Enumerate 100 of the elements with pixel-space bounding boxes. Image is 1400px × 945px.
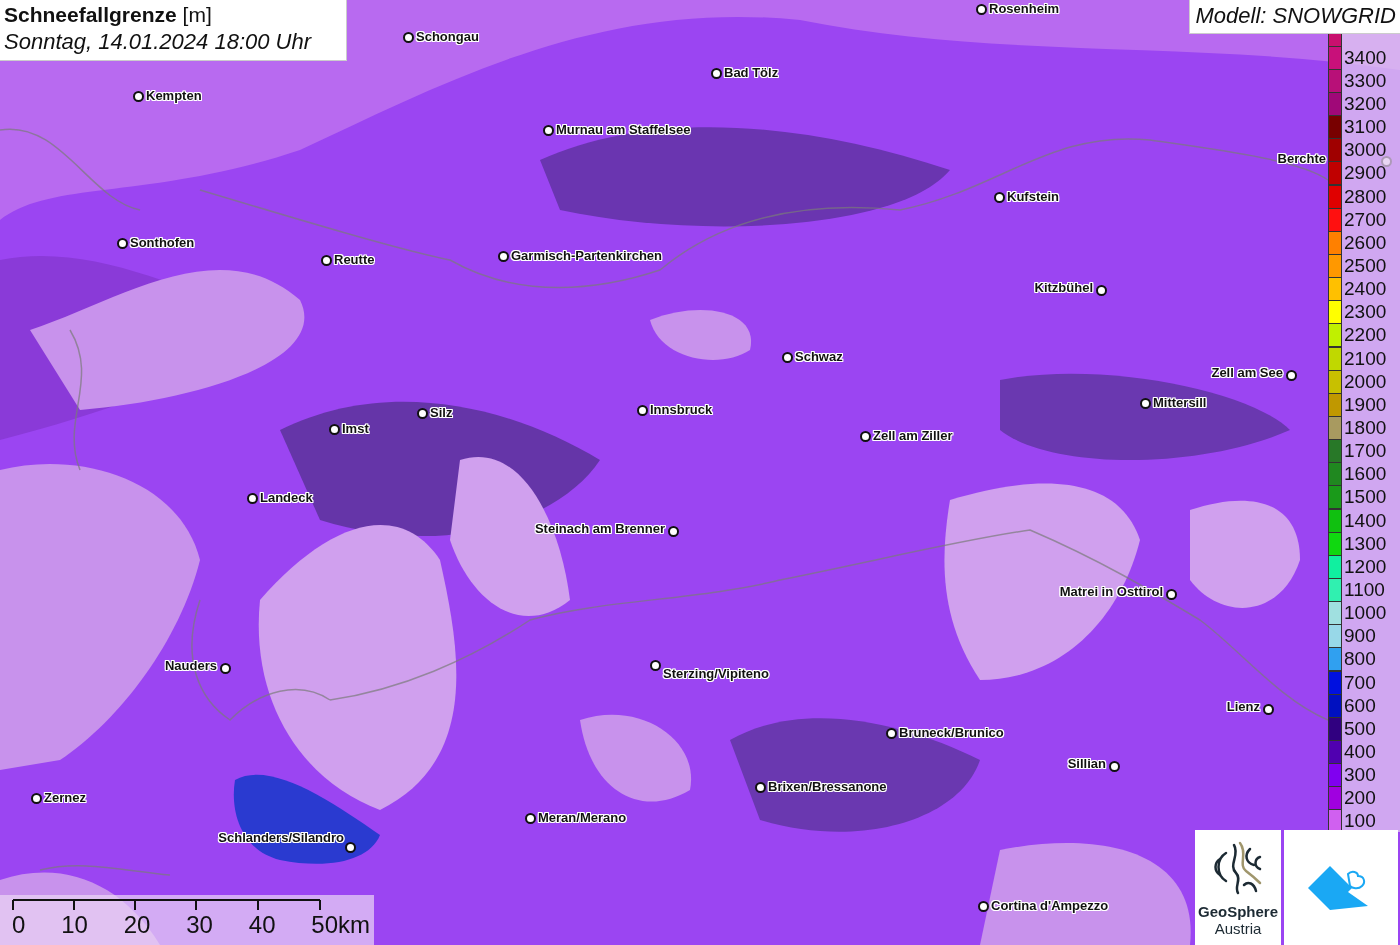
legend-label: 3400: [1344, 47, 1387, 68]
city-label: Imst: [342, 421, 369, 437]
city-marker-icon: [978, 901, 989, 912]
city-marker-icon: [976, 4, 987, 15]
city-label: Murnau am Staffelsee: [556, 122, 691, 138]
model-label: Modell: SNOWGRID: [1188, 0, 1400, 34]
city-marker-icon: [637, 405, 648, 416]
forecast-date: Sonntag, 14.01.2024 18:00 Uhr: [4, 28, 313, 56]
city-label: Nauders: [164, 658, 217, 674]
legend-label: 800: [1344, 649, 1376, 670]
city-label: Berchte: [1277, 151, 1326, 167]
city-label: Schongau: [416, 29, 479, 45]
city-label: Schwaz: [795, 349, 843, 365]
legend-label: 700: [1344, 672, 1376, 693]
city-label: Sterzing/Vipiteno: [663, 666, 769, 682]
city-marker-icon: [543, 125, 554, 136]
legend-label: 100: [1344, 811, 1376, 832]
city-label: Kitzbühel: [1034, 280, 1093, 296]
map-title: Schneefallgrenze [m]: [4, 2, 213, 28]
city-marker-icon: [329, 424, 340, 435]
city-marker-icon: [1109, 761, 1120, 772]
city-label: Matrei in Osttirol: [1059, 584, 1163, 600]
city-marker-icon: [1096, 285, 1107, 296]
city-marker-icon: [668, 526, 679, 537]
city-marker-icon: [133, 91, 144, 102]
city-label: Kempten: [146, 88, 202, 104]
legend-label: 1100: [1344, 579, 1385, 600]
scale-label: 0: [12, 911, 26, 939]
city-marker-icon: [117, 238, 128, 249]
scale-label: 40: [248, 911, 276, 939]
scale-label: 30: [186, 911, 213, 939]
legend-label: 2300: [1344, 302, 1387, 323]
city-marker-icon: [755, 782, 766, 793]
city-label: Brixen/Bressanone: [768, 779, 887, 795]
city-label: Innsbruck: [650, 402, 713, 418]
city-label: Reutte: [334, 252, 375, 268]
legend-label: 3200: [1344, 94, 1387, 114]
legend-label: 2700: [1344, 209, 1387, 230]
city-marker-icon: [1286, 370, 1297, 381]
legend-label: 900: [1344, 626, 1376, 647]
city-label: Zernez: [44, 790, 86, 806]
city-marker-icon: [886, 728, 897, 739]
logo-wordmark: GeoSphere: [1198, 902, 1278, 920]
city-marker-icon: [782, 352, 793, 363]
city-label: Bad Tölz: [724, 65, 779, 81]
legend-label: 1200: [1344, 556, 1387, 577]
city-marker-icon: [994, 192, 1005, 203]
legend-label: 3100: [1344, 117, 1387, 138]
city-label: Zell am Ziller: [873, 428, 953, 444]
city-marker-icon: [345, 842, 356, 853]
city-label: Garmisch-Partenkirchen: [511, 248, 662, 264]
scale-ruler-icon: [12, 899, 322, 911]
legend-label: 300: [1344, 765, 1376, 786]
logo-subtitle: Austria: [1214, 919, 1262, 937]
city-label: Landeck: [260, 490, 313, 506]
city-marker-icon: [498, 251, 509, 262]
city-label: Kufstein: [1007, 189, 1059, 205]
city-label: Cortina d'Ampezzo: [991, 898, 1109, 914]
legend-label: 1600: [1344, 464, 1387, 485]
city-label: Rosenheim: [989, 1, 1060, 17]
legend-label: 2100: [1344, 348, 1387, 369]
city-marker-icon: [247, 493, 258, 504]
city-marker-icon: [860, 431, 871, 442]
city-marker-icon: [321, 255, 332, 266]
city-label: Meran/Merano: [538, 810, 627, 826]
city-marker-icon: [650, 660, 661, 671]
legend-label: 1800: [1344, 417, 1387, 438]
city-label: Steinach am Brenner: [534, 521, 665, 537]
city-marker-icon: [31, 793, 42, 804]
legend-label: 2800: [1344, 186, 1387, 207]
legend-label: 1900: [1344, 394, 1387, 415]
legend-label: 1500: [1344, 487, 1387, 508]
city-label: Bruneck/Brunico: [899, 725, 1004, 741]
city-marker-icon: [1140, 398, 1151, 409]
legend-label: 2000: [1344, 371, 1387, 392]
legend-label: 3300: [1344, 70, 1387, 91]
city-label: Sonthofen: [130, 235, 195, 251]
legend-label: 2600: [1344, 232, 1387, 253]
city-marker-icon: [220, 663, 231, 674]
city-label: Zell am See: [1211, 365, 1283, 381]
legend-label: 500: [1344, 718, 1376, 739]
city-label: Mittersill: [1153, 395, 1207, 411]
legend-label: 400: [1344, 741, 1376, 762]
city-label: Lienz: [1226, 699, 1260, 715]
legend-label: 600: [1344, 695, 1376, 716]
legend-label: 1700: [1344, 441, 1387, 462]
legend-label: 1300: [1344, 533, 1387, 554]
city-marker-icon: [403, 32, 414, 43]
city-marker-icon: [1263, 704, 1274, 715]
city-marker-icon: [525, 813, 536, 824]
city-label: Silz: [430, 405, 453, 421]
city-label: Sillian: [1067, 756, 1106, 772]
city-marker-icon: [711, 68, 722, 79]
legend-label: 1000: [1344, 603, 1387, 624]
legend-label: 3000: [1344, 140, 1387, 161]
legend-label: 2400: [1344, 279, 1387, 300]
legend-label: 2500: [1344, 255, 1387, 276]
legend-label: 2900: [1344, 163, 1387, 184]
city-marker-icon: [417, 408, 428, 419]
scale-label: 20: [123, 911, 151, 939]
